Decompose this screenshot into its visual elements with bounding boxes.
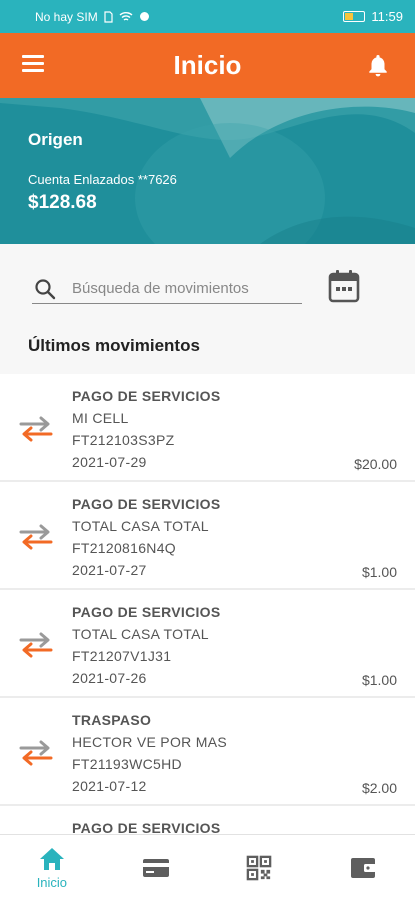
account-title: Origen (28, 130, 83, 149)
hero-background (0, 98, 415, 244)
search-input[interactable] (72, 280, 292, 297)
transfer-icon (19, 632, 53, 658)
menu-icon[interactable] (22, 55, 44, 73)
tx-type: TRASPASO (72, 712, 152, 728)
tx-name: HECTOR VE POR MAS (72, 734, 227, 750)
nav-home[interactable]: Inicio (0, 835, 104, 900)
status-right: 11:59 (343, 9, 403, 24)
tx-type: PAGO DE SERVICIOS (72, 604, 221, 620)
search-icon (35, 278, 56, 299)
tx-name: TOTAL CASA TOTAL (72, 626, 209, 642)
nav-wallet[interactable] (311, 835, 415, 900)
bell-icon[interactable] (367, 53, 389, 77)
wallet-icon (351, 857, 377, 878)
tx-date: 2021-07-12 (72, 778, 147, 794)
tx-type: PAGO DE SERVICIOS (72, 820, 221, 834)
tx-reference: FT2120816N4Q (72, 540, 176, 556)
tx-date: 2021-07-27 (72, 562, 147, 578)
home-icon (39, 847, 64, 870)
tx-date: 2021-07-26 (72, 670, 147, 686)
tx-amount: $20.00 (354, 456, 397, 472)
tx-name: MI CELL (72, 410, 129, 426)
list-item[interactable]: PAGO DE SERVICIOS (0, 806, 415, 834)
tx-amount: $1.00 (361, 564, 397, 580)
transactions-list: PAGO DE SERVICIOS MI CELL FT212103S3PZ 2… (0, 374, 415, 834)
transfer-icon (19, 740, 53, 766)
search-area: Últimos movimientos (0, 244, 415, 374)
tx-reference: FT21193WC5HD (72, 756, 182, 772)
list-item[interactable]: PAGO DE SERVICIOS MI CELL FT212103S3PZ 2… (0, 374, 415, 480)
globe-icon (139, 12, 149, 21)
status-left: No hay SIM (35, 10, 150, 24)
page-title: Inicio (173, 50, 242, 80)
list-item[interactable]: PAGO DE SERVICIOS TOTAL CASA TOTAL FT212… (0, 590, 415, 696)
nav-qr[interactable] (208, 835, 312, 900)
card-icon (142, 858, 169, 877)
app-bar: Inicio (0, 33, 415, 98)
search-field[interactable] (32, 274, 302, 304)
transfer-icon (19, 524, 53, 550)
tx-type: PAGO DE SERVICIOS (72, 496, 221, 512)
transfer-icon (19, 416, 53, 442)
tx-reference: FT21207V1J31 (72, 648, 172, 664)
carrier-text: No hay SIM (35, 9, 98, 24)
account-summary: Origen Cuenta Enlazados **7626 $128.68 (0, 98, 415, 244)
bottom-nav: Inicio (0, 834, 415, 900)
tx-type: PAGO DE SERVICIOS (72, 388, 221, 404)
tx-reference: FT212103S3PZ (72, 432, 175, 448)
tx-name: TOTAL CASA TOTAL (72, 518, 209, 534)
wifi-icon (119, 12, 133, 21)
nav-home-label: Inicio (36, 874, 68, 890)
tx-date: 2021-07-29 (72, 454, 147, 470)
tx-amount: $2.00 (361, 780, 397, 796)
nav-cards[interactable] (104, 835, 208, 900)
section-title: Últimos movimientos (28, 336, 200, 355)
account-label: Cuenta Enlazados **7626 (28, 172, 177, 187)
clock-text: 11:59 (371, 9, 403, 24)
list-item[interactable]: TRASPASO HECTOR VE POR MAS FT21193WC5HD … (0, 698, 415, 804)
battery-icon (343, 11, 366, 22)
sim-icon (104, 10, 113, 23)
account-balance: $128.68 (28, 192, 97, 213)
tx-amount: $1.00 (361, 672, 397, 688)
calendar-icon[interactable] (327, 268, 361, 304)
list-item[interactable]: PAGO DE SERVICIOS TOTAL CASA TOTAL FT212… (0, 482, 415, 588)
qr-icon (247, 855, 272, 880)
status-bar: No hay SIM 11:59 (0, 0, 415, 33)
